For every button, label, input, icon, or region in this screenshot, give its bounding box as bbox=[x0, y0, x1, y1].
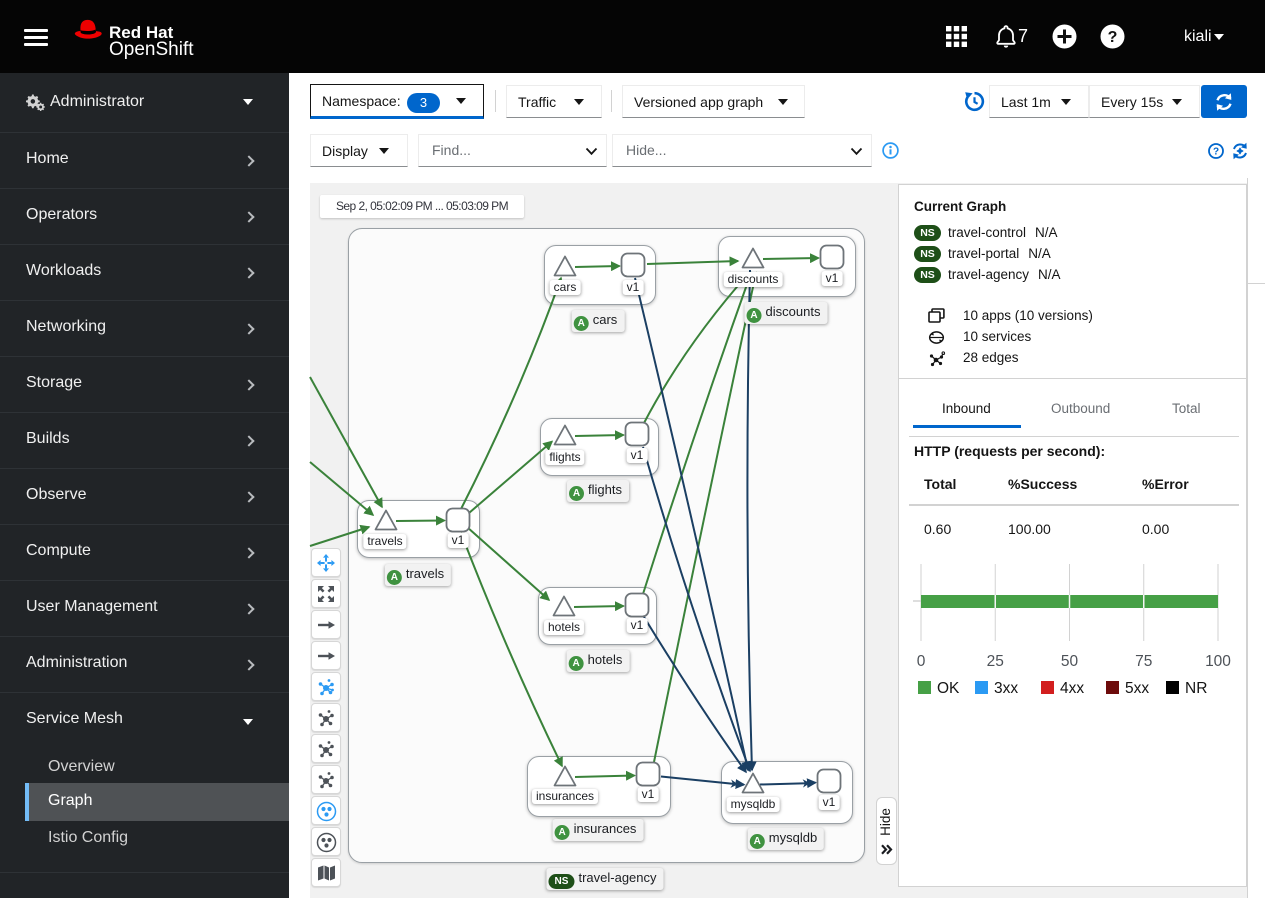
svg-text:0: 0 bbox=[917, 653, 926, 670]
svg-text:?: ? bbox=[1213, 147, 1219, 158]
svg-text:100: 100 bbox=[1205, 653, 1231, 670]
svg-text:3xx: 3xx bbox=[994, 680, 1018, 697]
svg-text:50: 50 bbox=[1061, 653, 1079, 670]
svg-text:5xx: 5xx bbox=[1125, 680, 1149, 697]
svg-text:OK: OK bbox=[937, 680, 960, 697]
svg-text:?: ? bbox=[1108, 29, 1118, 46]
svg-text:NR: NR bbox=[1185, 680, 1207, 697]
svg-text:25: 25 bbox=[987, 653, 1004, 670]
svg-text:4xx: 4xx bbox=[1060, 680, 1084, 697]
svg-text:75: 75 bbox=[1135, 653, 1152, 670]
